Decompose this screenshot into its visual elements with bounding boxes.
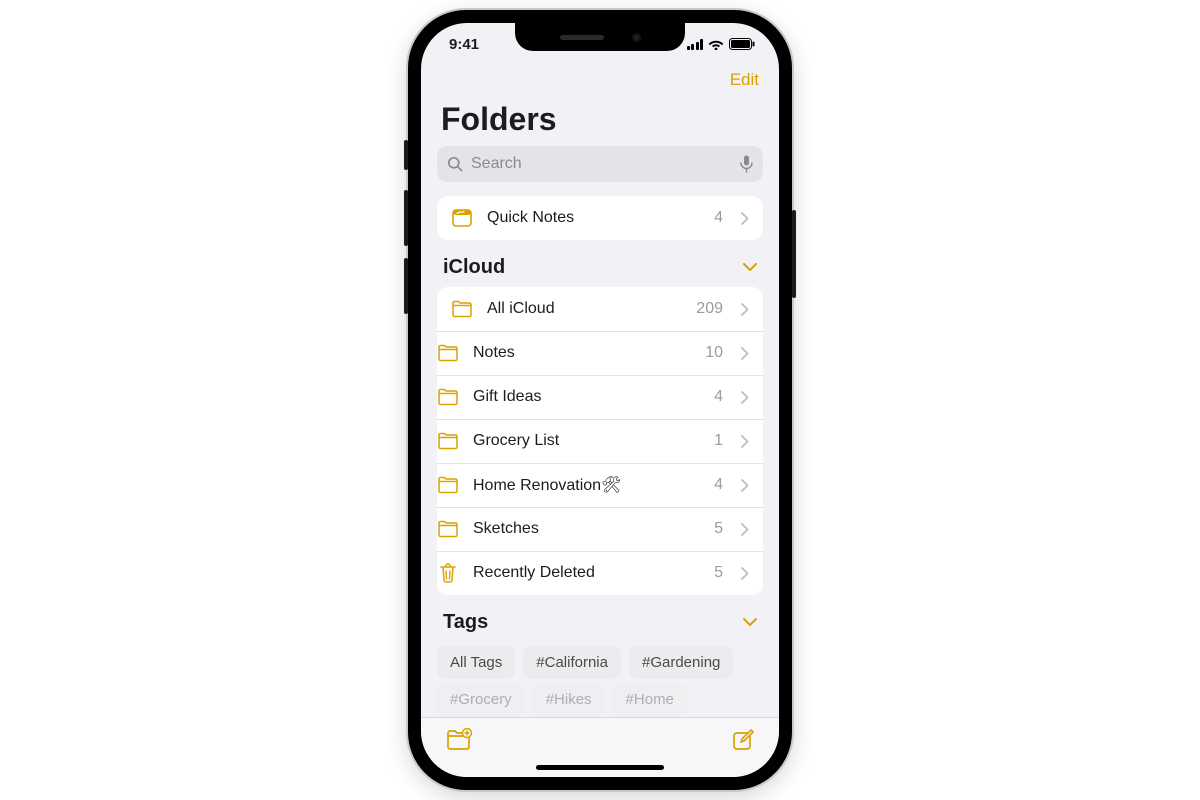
folder-count: 4 — [714, 209, 723, 227]
volume-down-button — [404, 258, 408, 314]
power-button — [792, 210, 796, 298]
quick-notes-icon — [451, 207, 473, 229]
folder-count: 10 — [705, 344, 723, 362]
folder-count: 1 — [714, 432, 723, 450]
nav-bar: Edit — [421, 65, 779, 95]
tag-chip[interactable]: #Grocery — [437, 683, 525, 716]
folder-count: 5 — [714, 520, 723, 538]
chevron-right-icon — [741, 567, 749, 580]
folder-icon — [437, 520, 459, 538]
cellular-signal-icon — [687, 39, 704, 50]
folder-row[interactable]: Notes 10 — [437, 331, 763, 375]
notch — [515, 23, 685, 51]
tag-chip[interactable]: #Gardening — [629, 646, 733, 679]
folder-icon — [437, 476, 459, 494]
page-title: Folders — [421, 95, 779, 146]
section-title: Tags — [443, 611, 488, 634]
chevron-right-icon — [741, 435, 749, 448]
chevron-right-icon — [741, 303, 749, 316]
content-scroll[interactable]: Quick Notes 4 iCloud All iCloud 209 Notes 1… — [421, 196, 779, 777]
chevron-right-icon — [741, 391, 749, 404]
folder-count: 5 — [714, 564, 723, 582]
tag-chip[interactable]: All Tags — [437, 646, 515, 679]
battery-icon — [729, 38, 755, 50]
search-input[interactable] — [469, 154, 734, 174]
chevron-down-icon — [743, 263, 757, 272]
tag-chip[interactable]: #Home — [613, 683, 687, 716]
folder-row[interactable]: Home Renovation🛠 4 — [437, 463, 763, 507]
search-icon — [447, 156, 463, 172]
section-title: iCloud — [443, 256, 505, 279]
chevron-right-icon — [741, 479, 749, 492]
tag-chip[interactable]: #California — [523, 646, 621, 679]
search-field[interactable] — [437, 146, 763, 182]
status-time: 9:41 — [449, 36, 479, 53]
chevron-right-icon — [741, 347, 749, 360]
front-camera — [632, 33, 641, 42]
folder-label: Gift Ideas — [473, 388, 700, 406]
tag-chip[interactable]: #Hikes — [533, 683, 605, 716]
folder-row[interactable]: All iCloud 209 — [437, 287, 763, 331]
folder-count: 209 — [696, 300, 723, 318]
screen: 9:41 Edit Folders — [421, 23, 779, 777]
chevron-right-icon — [741, 523, 749, 536]
section-header-icloud[interactable]: iCloud — [437, 240, 763, 287]
folder-icon — [437, 432, 459, 450]
icloud-folders-card: All iCloud 209 Notes 10 Gift Ideas 4 Grocery L… — [437, 287, 763, 595]
folder-count: 4 — [714, 476, 723, 494]
quick-notes-card: Quick Notes 4 — [437, 196, 763, 240]
folder-row[interactable]: Grocery List 1 — [437, 419, 763, 463]
compose-button[interactable] — [731, 728, 755, 752]
folder-row[interactable]: Sketches 5 — [437, 507, 763, 551]
tags-row: All Tags#California#Gardening — [437, 642, 763, 679]
edit-button[interactable]: Edit — [730, 70, 759, 90]
silence-switch — [404, 140, 408, 170]
folder-count: 4 — [714, 388, 723, 406]
folder-label: Quick Notes — [487, 209, 700, 227]
home-indicator[interactable] — [536, 765, 664, 770]
wifi-icon — [708, 38, 724, 50]
new-folder-button[interactable] — [445, 728, 473, 752]
dictation-icon[interactable] — [740, 155, 753, 173]
speaker-grille — [560, 35, 604, 40]
folder-row[interactable]: Gift Ideas 4 — [437, 375, 763, 419]
folder-label: Home Renovation🛠 — [473, 475, 700, 495]
folder-label: Recently Deleted — [473, 564, 700, 582]
folder-icon — [437, 344, 459, 362]
chevron-down-icon — [743, 618, 757, 627]
volume-up-button — [404, 190, 408, 246]
folder-label: Grocery List — [473, 432, 700, 450]
folder-recently-deleted[interactable]: Recently Deleted 5 — [437, 551, 763, 595]
iphone-frame: 9:41 Edit Folders — [408, 10, 792, 790]
section-header-tags[interactable]: Tags — [437, 595, 763, 642]
chevron-right-icon — [741, 212, 749, 225]
tags-row-overflow: #Grocery#Hikes#Home — [437, 679, 763, 716]
folder-label: Notes — [473, 344, 691, 362]
folder-quick-notes[interactable]: Quick Notes 4 — [437, 196, 763, 240]
folder-label: Sketches — [473, 520, 700, 538]
trash-icon — [437, 562, 459, 584]
folder-label: All iCloud — [487, 300, 682, 318]
folder-icon — [451, 300, 473, 318]
folder-icon — [437, 388, 459, 406]
